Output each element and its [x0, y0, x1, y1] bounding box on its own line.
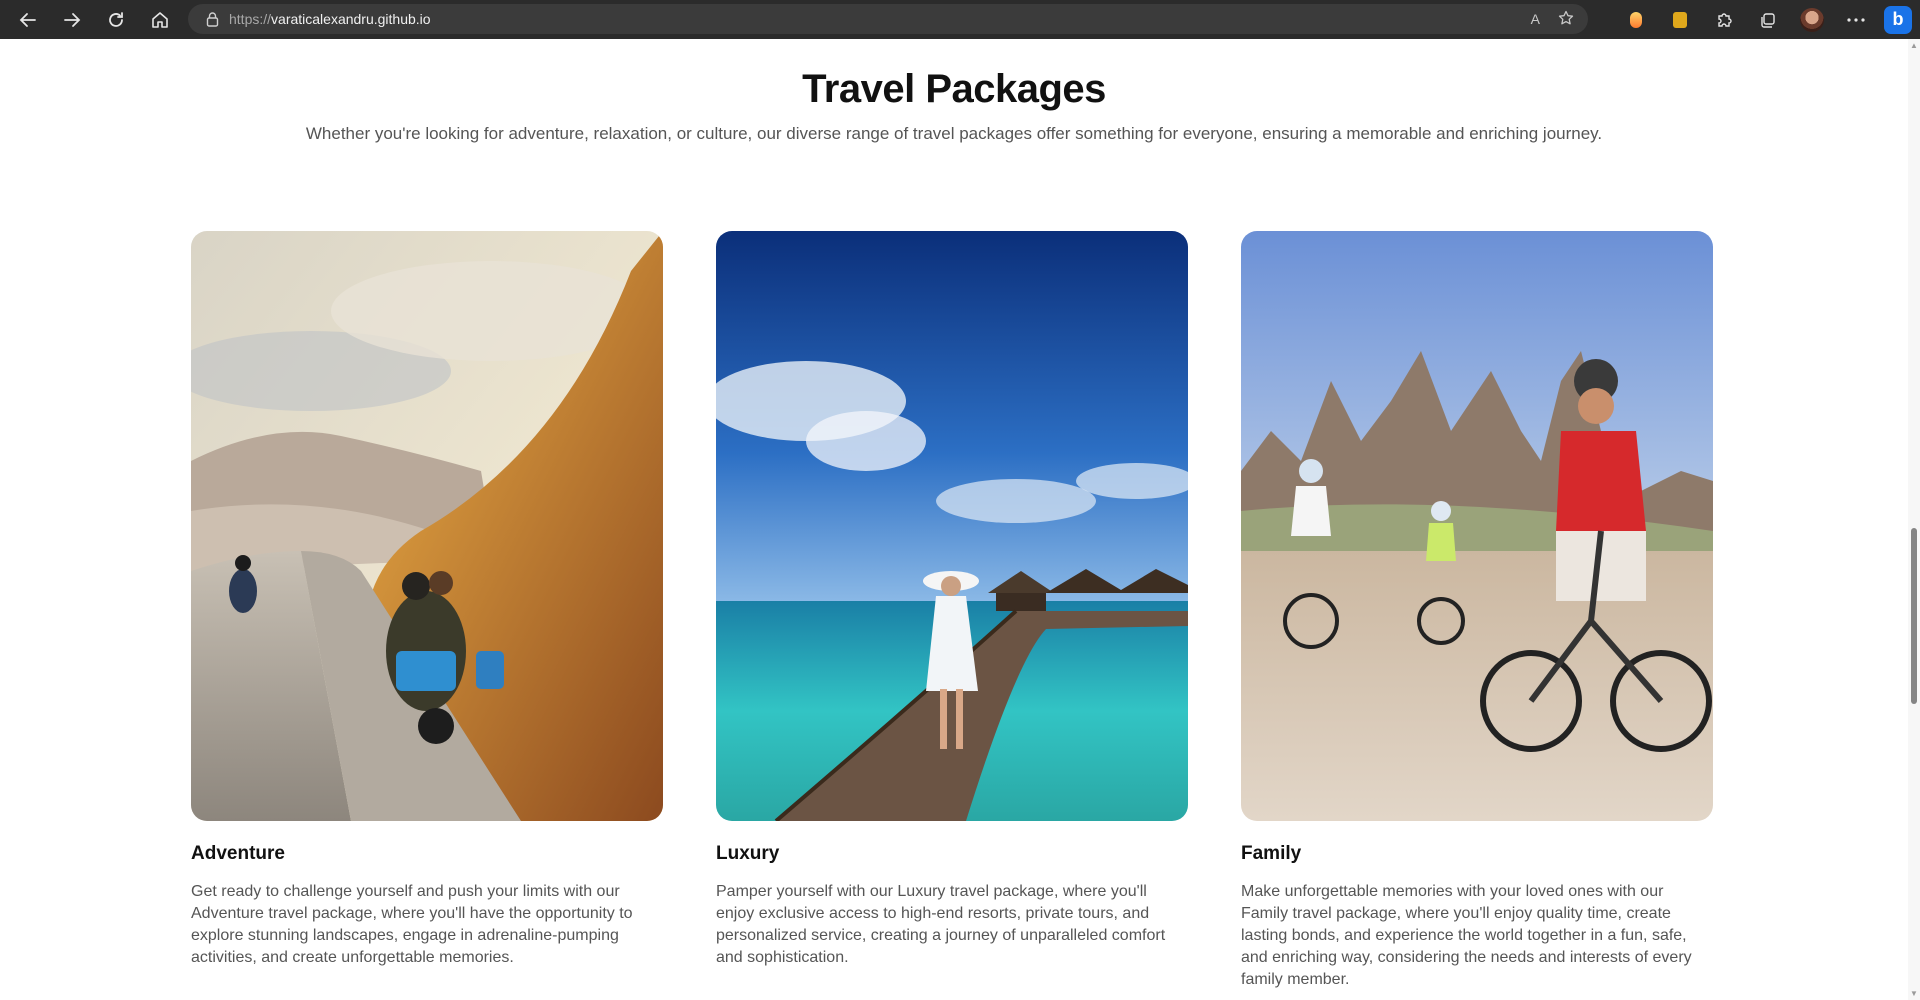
adventure-image — [191, 231, 663, 821]
package-card-luxury: Luxury Pamper yourself with our Luxury t… — [716, 231, 1188, 969]
section-subtitle: Whether you're looking for adventure, re… — [305, 124, 1603, 143]
favorite-star-icon[interactable] — [1558, 10, 1574, 29]
package-description: Pamper yourself with our Luxury travel p… — [716, 883, 1166, 966]
page-scrollbar[interactable]: ▲ ▼ — [1908, 39, 1920, 1000]
package-title: Adventure — [191, 843, 285, 864]
forward-button[interactable] — [50, 0, 94, 39]
scroll-up-arrow-icon[interactable]: ▲ — [1910, 41, 1918, 50]
home-icon — [152, 11, 168, 28]
collections-icon[interactable] — [1746, 0, 1790, 39]
family-image — [1241, 231, 1713, 821]
page-content: Travel Packages Whether you're looking f… — [0, 39, 1908, 1000]
luxury-image — [716, 231, 1188, 821]
lock-icon — [206, 11, 219, 27]
arrow-right-icon — [64, 12, 81, 27]
refresh-icon — [109, 11, 123, 27]
url-host: varaticalexandru.github.io — [271, 11, 431, 27]
extensions-puzzle-icon[interactable] — [1702, 0, 1746, 39]
home-button[interactable] — [138, 0, 182, 39]
package-title: Luxury — [716, 843, 780, 864]
bing-copilot-button[interactable]: b — [1884, 5, 1912, 34]
extension-orange-icon[interactable] — [1614, 0, 1658, 39]
package-card-family: Family Make unforgettable memories with … — [1241, 231, 1713, 991]
address-bar[interactable]: https://varaticalexandru.github.io A — [188, 4, 1588, 34]
profile-avatar[interactable] — [1790, 0, 1834, 39]
package-description: Make unforgettable memories with your lo… — [1241, 883, 1692, 988]
scroll-down-arrow-icon[interactable]: ▼ — [1910, 989, 1918, 998]
back-button[interactable] — [6, 0, 50, 39]
section-title: Travel Packages — [802, 67, 1106, 111]
package-title: Family — [1241, 843, 1302, 864]
url-prefix: https:// — [229, 11, 272, 27]
read-aloud-icon[interactable]: A — [1531, 11, 1540, 27]
package-description: Get ready to challenge yourself and push… — [191, 883, 633, 966]
browser-toolbar: https://varaticalexandru.github.io A b — [0, 0, 1920, 39]
scroll-thumb[interactable] — [1911, 528, 1917, 704]
more-options-icon[interactable] — [1834, 0, 1878, 39]
refresh-button[interactable] — [94, 0, 138, 39]
extension-yellow-icon[interactable] — [1658, 0, 1702, 39]
arrow-left-icon — [19, 12, 36, 27]
package-card-adventure: Adventure Get ready to challenge yoursel… — [191, 231, 663, 969]
